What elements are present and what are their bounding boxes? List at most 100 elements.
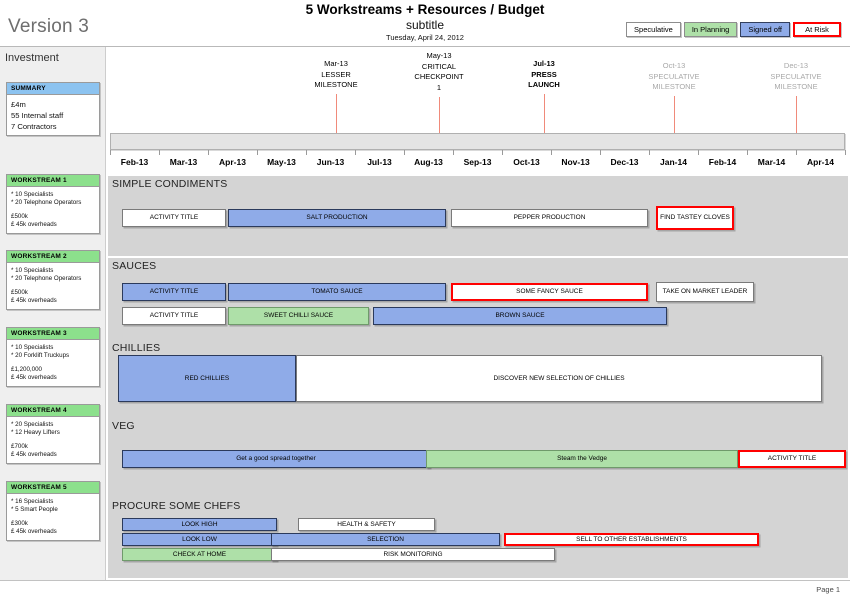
card-line: £1,200,000 xyxy=(11,365,42,373)
card-line: * 5 Smart People xyxy=(11,506,58,514)
card-line: * 12 Heavy Lifters xyxy=(11,429,60,437)
gantt-bar[interactable]: SALT PRODUCTION xyxy=(228,209,446,227)
axis-tick xyxy=(355,150,356,155)
milestone-name: MILESTONE xyxy=(314,80,358,89)
card-body: * 10 Specialists * 20 Telephone Operators… xyxy=(7,187,99,233)
milestone-name: SPECULATIVE xyxy=(648,71,700,81)
workstream-card-3[interactable]: WORKSTREAM 3 * 10 Specialists * 20 Forklif… xyxy=(6,327,100,387)
gantt-bar[interactable]: SOME FANCY SAUCE xyxy=(451,283,648,301)
card-header: WORKSTREAM 3 xyxy=(7,328,99,340)
milestone-label-3[interactable]: Jul-13 PRESS LAUNCH xyxy=(484,59,604,91)
milestone-stem xyxy=(439,96,440,133)
card-header: WORKSTREAM 5 xyxy=(7,482,99,494)
gantt-bar[interactable]: RED CHILLIES xyxy=(118,355,296,402)
gantt-bar[interactable]: CHECK AT HOME xyxy=(122,548,277,561)
axis-tick xyxy=(551,150,552,155)
card-line: £300k xyxy=(11,519,28,527)
milestone-label-1[interactable]: Mar-13 LESSER MILESTONE xyxy=(276,59,396,91)
card-line: £ 45k overheads xyxy=(11,528,57,536)
timeline-header: Mar-13 LESSER MILESTONE May-13 CRITICAL CHECK… xyxy=(106,47,850,175)
gantt-bar[interactable]: Get a good spread together xyxy=(122,450,430,468)
axis-tick xyxy=(306,150,307,155)
page-header: Version 3 5 Workstreams + Resources / Bu… xyxy=(0,0,850,47)
gantt-bar[interactable]: ACTIVITY TITLE xyxy=(122,209,226,227)
axis-tick xyxy=(600,150,601,155)
milestone-stem xyxy=(796,96,797,133)
page-number: Page 1 xyxy=(816,585,840,594)
milestone-name: LAUNCH xyxy=(528,80,560,89)
milestone-date: May-13 xyxy=(426,51,452,60)
gantt-bar[interactable]: ACTIVITY TITLE xyxy=(122,307,226,325)
card-line: £500k xyxy=(11,212,28,220)
axis-tick xyxy=(257,150,258,155)
card-header: SUMMARY xyxy=(7,83,99,95)
gantt-bar[interactable]: RISK MONITORING xyxy=(271,548,555,561)
card-line: £ 45k overheads xyxy=(11,297,57,305)
gantt-bar[interactable]: SWEET CHILLI SAUCE xyxy=(228,307,369,325)
milestone-label-4[interactable]: Oct-13 SPECULATIVE MILESTONE xyxy=(614,61,734,93)
axis-tick xyxy=(747,150,748,155)
gantt-bar[interactable]: TAKE ON MARKET LEADER xyxy=(656,282,754,302)
page-title: 5 Workstreams + Resources / Budget xyxy=(305,2,545,17)
gantt-bar[interactable]: LOOK LOW xyxy=(122,533,277,546)
card-line: £700k xyxy=(11,442,28,450)
card-line: 7 Contractors xyxy=(11,122,57,131)
milestone-name: 1 xyxy=(436,82,442,92)
gantt-bar[interactable]: LOOK HIGH xyxy=(122,518,277,531)
milestone-label-5[interactable]: Dec-13 SPECULATIVE MILESTONE xyxy=(736,61,850,93)
milestone-date: Jul-13 xyxy=(533,59,555,68)
gantt-bar[interactable]: DISCOVER NEW SELECTION OF CHILLIES xyxy=(296,355,822,402)
milestone-name: LESSER xyxy=(321,69,351,79)
workstream-card-1[interactable]: WORKSTREAM 1 * 10 Specialists * 20 Telepho… xyxy=(6,174,100,234)
milestone-name: MILESTONE xyxy=(774,82,818,91)
axis-tick xyxy=(159,150,160,155)
timeline-ruler[interactable] xyxy=(110,133,845,150)
legend-item-in-planning[interactable]: In Planning xyxy=(683,22,738,37)
legend-item-signed-off[interactable]: Signed off xyxy=(740,22,790,37)
card-line: * 16 Specialists xyxy=(11,498,54,505)
workstream-card-4[interactable]: WORKSTREAM 4 * 20 Specialists * 12 Heavy L… xyxy=(6,404,100,464)
card-body: * 20 Specialists * 12 Heavy Lifters £700k £… xyxy=(7,417,99,463)
card-body: * 16 Specialists * 5 Smart People £300k £ 4… xyxy=(7,494,99,540)
legend-item-at-risk[interactable]: At Risk xyxy=(793,22,841,37)
card-body: £4m 55 Internal staff 7 Contractors xyxy=(7,95,99,135)
card-body: * 10 Specialists * 20 Forklift Truckups £1… xyxy=(7,340,99,386)
axis-tick xyxy=(453,150,454,155)
axis-tick xyxy=(796,150,797,155)
summary-card[interactable]: SUMMARY £4m 55 Internal staff 7 Contractors xyxy=(6,82,100,136)
section-title: PROCURE SOME CHEFS xyxy=(112,500,241,512)
investment-sidebar: Investment SUMMARY £4m 55 Internal staff 7 … xyxy=(0,47,106,580)
gantt-bar[interactable]: ACTIVITY TITLE xyxy=(122,283,226,301)
workstream-card-2[interactable]: WORKSTREAM 2 * 10 Specialists * 20 Telepho… xyxy=(6,250,100,310)
card-header: WORKSTREAM 2 xyxy=(7,251,99,263)
milestone-name: PRESS xyxy=(531,69,557,79)
legend-item-speculative[interactable]: Speculative xyxy=(626,22,681,37)
gantt-bar[interactable]: HEALTH & SAFETY xyxy=(298,518,435,531)
gantt-bar[interactable]: TOMATO SAUCE xyxy=(228,283,446,301)
milestone-stem xyxy=(544,94,545,133)
gantt-bar[interactable]: ACTIVITY TITLE xyxy=(738,450,846,468)
gantt-bar[interactable]: BROWN SAUCE xyxy=(373,307,667,325)
section-title: SAUCES xyxy=(112,260,157,272)
gantt-bar[interactable]: Steam the Vedge xyxy=(426,450,738,468)
card-header: WORKSTREAM 1 xyxy=(7,175,99,187)
card-line: * 20 Telephone Operators xyxy=(11,199,82,207)
milestone-name: MILESTONE xyxy=(652,82,696,91)
gantt-bar[interactable]: PEPPER PRODUCTION xyxy=(451,209,648,227)
gantt-bar[interactable]: FIND TASTEY CLOVES xyxy=(656,206,734,230)
section-title: VEG xyxy=(112,420,135,432)
card-body: * 10 Specialists * 20 Telephone Operators… xyxy=(7,263,99,309)
gantt-bar[interactable]: SELL TO OTHER ESTABLISHMENTS xyxy=(504,533,759,546)
workstream-card-5[interactable]: WORKSTREAM 5 * 16 Specialists * 5 Smart Pe… xyxy=(6,481,100,541)
section-title: SIMPLE CONDIMENTS xyxy=(112,178,228,190)
section-title: CHILLIES xyxy=(112,342,161,354)
gantt-bar[interactable]: SELECTION xyxy=(271,533,500,546)
milestone-name: SPECULATIVE xyxy=(770,71,822,81)
axis-tick xyxy=(845,150,846,155)
milestone-stem xyxy=(674,96,675,133)
milestone-date: Oct-13 xyxy=(662,61,686,70)
milestone-label-2[interactable]: May-13 CRITICAL CHECKPOINT 1 xyxy=(379,51,499,93)
axis-tick xyxy=(502,150,503,155)
footer-divider xyxy=(0,580,850,581)
card-line: £ 45k overheads xyxy=(11,374,57,382)
